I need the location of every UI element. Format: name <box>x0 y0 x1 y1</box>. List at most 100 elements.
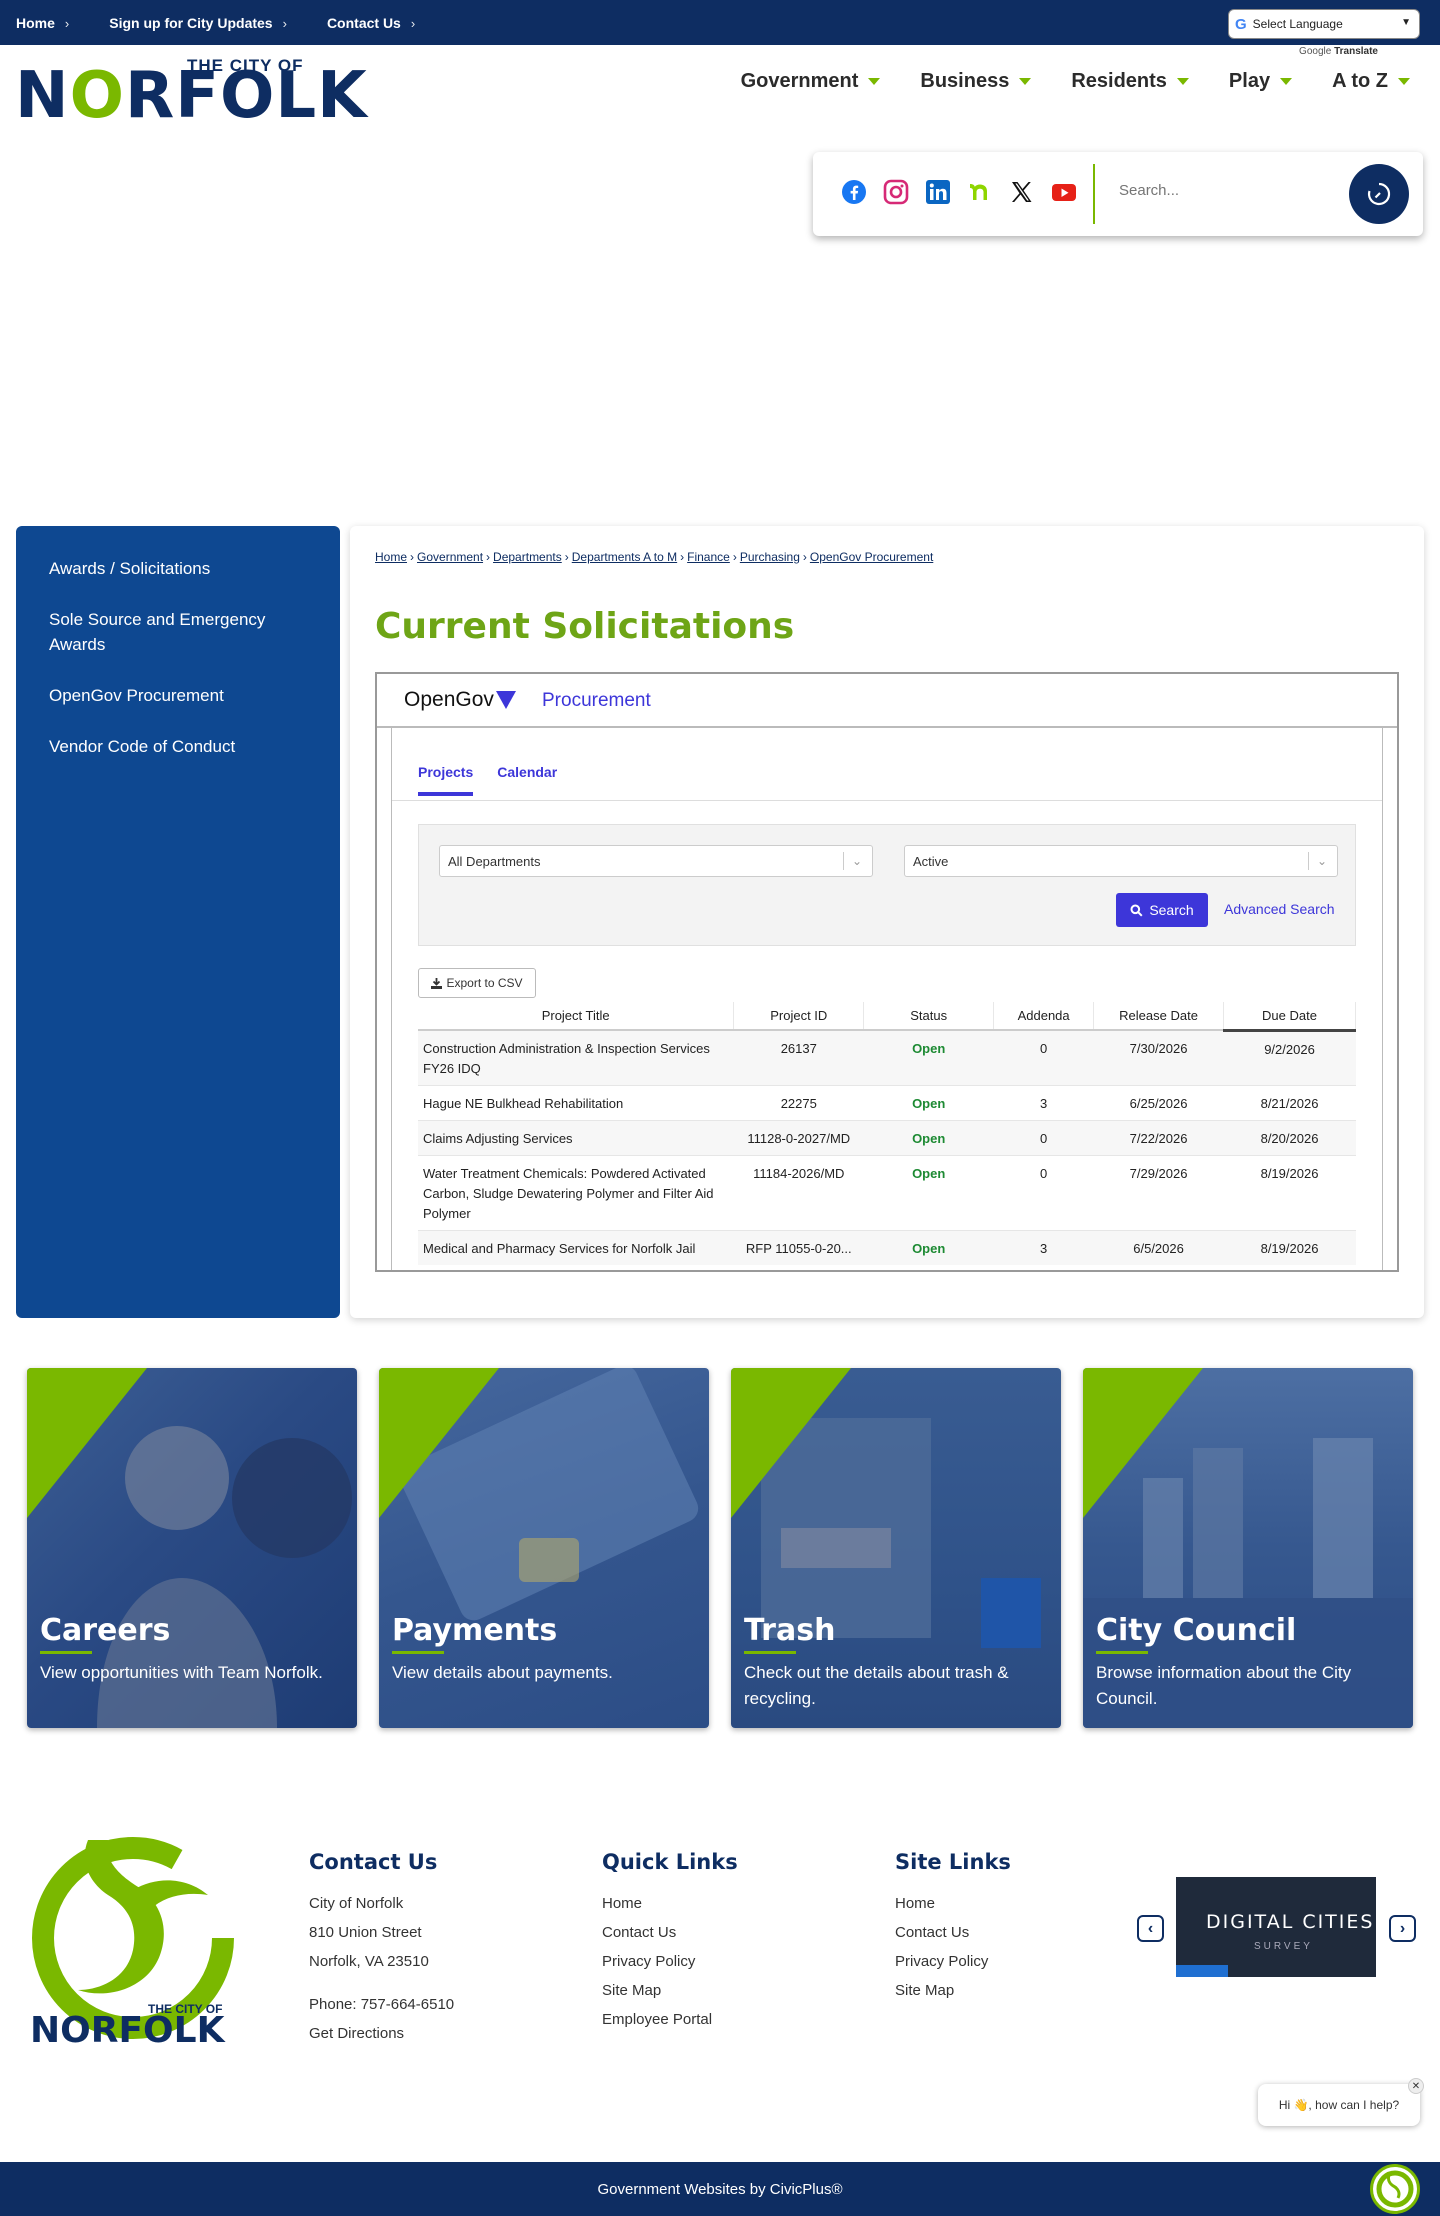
breadcrumb-government[interactable]: Government <box>417 550 483 564</box>
utility-link-contact[interactable]: Contact Us › <box>327 15 415 31</box>
select-divider <box>1308 852 1309 870</box>
footer-contact-line: City of Norfolk <box>309 1895 404 1912</box>
advanced-search-link[interactable]: Advanced Search <box>1224 901 1335 917</box>
search-button[interactable] <box>1349 164 1409 224</box>
chevron-right-icon: › <box>64 15 70 31</box>
footer-site-link[interactable]: Site Map <box>895 1981 1011 2000</box>
status-select[interactable]: Active ⌄ <box>904 845 1338 877</box>
card-careers-title: Careers <box>40 1613 171 1648</box>
card-trash[interactable]: Trash Check out the details about trash … <box>731 1368 1061 1728</box>
footer-quick-link[interactable]: Privacy Policy <box>602 1952 738 1971</box>
breadcrumb-home[interactable]: Home <box>375 550 407 564</box>
cell-id: 26137 <box>733 1029 864 1086</box>
breadcrumb-finance[interactable]: Finance <box>687 550 730 564</box>
nav-a-to-z[interactable]: A to Z <box>1332 70 1410 93</box>
instagram-icon[interactable] <box>883 179 909 205</box>
footer-phone[interactable]: Phone: 757-664-6510 <box>309 1995 454 2014</box>
filter-search-button[interactable]: Search <box>1116 893 1208 927</box>
footer-directions-link[interactable]: Get Directions <box>309 2024 454 2043</box>
chat-greeting-bubble[interactable]: Hi 👋, how can I help? ✕ <box>1258 2078 1424 2126</box>
youtube-icon[interactable] <box>1051 179 1077 205</box>
translate-label: Translate <box>1334 46 1378 57</box>
nextdoor-icon[interactable] <box>967 179 993 205</box>
cell-title: Water Treatment Chemicals: Powdered Acti… <box>418 1155 734 1231</box>
footer-quick-link[interactable]: Home <box>602 1894 738 1913</box>
carousel-prev-button[interactable]: ‹ <box>1137 1915 1164 1942</box>
footer-logo[interactable]: THE CITY OF NORFOLK <box>28 1830 243 2051</box>
col-addenda[interactable]: Addenda <box>993 1002 1095 1031</box>
logo-letters-rest: RFOLK <box>124 59 368 133</box>
footer-quick-link[interactable]: Employee Portal <box>602 2010 738 2029</box>
opengov-tabs: Projects Calendar <box>418 764 557 796</box>
social-divider <box>1093 164 1095 224</box>
export-csv-button[interactable]: Export to CSV <box>418 968 536 998</box>
sidebar-item-sole-source[interactable]: Sole Source and Emergency Awards <box>49 607 309 657</box>
close-icon[interactable]: ✕ <box>1408 2078 1424 2094</box>
linkedin-icon[interactable] <box>925 179 951 205</box>
filter-search-label: Search <box>1149 902 1194 918</box>
nav-play[interactable]: Play <box>1229 70 1293 93</box>
opengov-brand-text: OpenGov <box>404 688 494 711</box>
table-row[interactable]: Medical and Pharmacy Services for Norfol… <box>418 1230 1356 1265</box>
city-logo[interactable]: THE CITY OF NORFOLK <box>15 56 367 128</box>
card-careers[interactable]: Careers View opportunities with Team Nor… <box>27 1368 357 1728</box>
department-select[interactable]: All Departments ⌄ <box>439 845 873 877</box>
cell-title: Hague NE Bulkhead Rehabilitation <box>418 1085 734 1121</box>
x-twitter-icon[interactable] <box>1009 179 1035 205</box>
footer-contact: Contact Us City of Norfolk 810 Union Str… <box>309 1850 454 2053</box>
sidebar-item-opengov[interactable]: OpenGov Procurement <box>49 683 309 708</box>
chevron-down-icon: ⌄ <box>851 854 862 868</box>
table-row[interactable]: Water Treatment Chemicals: Powdered Acti… <box>418 1155 1356 1231</box>
chatbot-launcher[interactable] <box>1370 2164 1420 2214</box>
chevron-right-icon: › <box>1399 1919 1406 1937</box>
col-project-id[interactable]: Project ID <box>733 1002 865 1031</box>
sidebar-item-awards[interactable]: Awards / Solicitations <box>49 556 309 581</box>
site-search-input[interactable] <box>1119 182 1349 199</box>
nav-business[interactable]: Business <box>920 70 1032 93</box>
footer-site-link[interactable]: Privacy Policy <box>895 1952 1011 1971</box>
utility-link-updates[interactable]: Sign up for City Updates › <box>109 15 287 31</box>
table-header-row: Project Title Project ID Status Addenda … <box>418 1002 1356 1032</box>
table-row[interactable]: Claims Adjusting Services 11128-0-2027/M… <box>418 1120 1356 1156</box>
table-row[interactable]: Hague NE Bulkhead Rehabilitation 22275 O… <box>418 1085 1356 1121</box>
facebook-icon[interactable] <box>841 179 867 205</box>
breadcrumb-departments[interactable]: Departments <box>493 550 562 564</box>
magnifier-icon <box>1130 904 1143 917</box>
carousel-next-button[interactable]: › <box>1389 1915 1416 1942</box>
civicplus-credit[interactable]: Government Websites by CivicPlus® <box>597 2181 842 2198</box>
cell-id: 11128-0-2027/MD <box>733 1120 864 1156</box>
caret-down-icon <box>868 78 881 85</box>
sidebar-item-vendor-code[interactable]: Vendor Code of Conduct <box>49 734 309 759</box>
card-trash-desc: Check out the details about trash & recy… <box>744 1663 1009 1708</box>
footer-contact-line: Norfolk, VA 23510 <box>309 1953 429 1970</box>
breadcrumb-separator: › <box>680 550 685 564</box>
nav-government[interactable]: Government <box>741 70 881 93</box>
opengov-embed: OpenGov Procurement Projects Calendar Al… <box>375 672 1399 1272</box>
col-release-date[interactable]: Release Date <box>1093 1002 1225 1031</box>
card-city-council[interactable]: City Council Browse information about th… <box>1083 1368 1413 1728</box>
footer-quick-links: Quick Links Home Contact Us Privacy Poli… <box>602 1850 738 2039</box>
nav-residents[interactable]: Residents <box>1071 70 1189 93</box>
table-row[interactable]: Construction Administration & Inspection… <box>418 1029 1356 1086</box>
nav-residents-label: Residents <box>1071 70 1167 92</box>
col-due-date[interactable]: Due Date <box>1223 1002 1356 1032</box>
footer-quick-link[interactable]: Contact Us <box>602 1923 738 1942</box>
footer-site-link[interactable]: Home <box>895 1894 1011 1913</box>
tab-projects[interactable]: Projects <box>418 764 474 796</box>
footer-site-link[interactable]: Contact Us <box>895 1923 1011 1942</box>
breadcrumb-opengov[interactable]: OpenGov Procurement <box>810 550 933 564</box>
tab-calendar[interactable]: Calendar <box>497 764 557 796</box>
card-payments[interactable]: Payments View details about payments. <box>379 1368 709 1728</box>
col-status[interactable]: Status <box>863 1002 995 1031</box>
col-project-title[interactable]: Project Title <box>418 1002 735 1031</box>
utility-link-home[interactable]: Home › <box>16 15 69 31</box>
chevron-right-icon: › <box>282 15 287 31</box>
breadcrumb-departments-a-m[interactable]: Departments A to M <box>572 550 677 564</box>
main-nav: Government Business Residents Play A to … <box>741 70 1410 93</box>
footer-quick-link[interactable]: Site Map <box>602 1981 738 2000</box>
card-careers-desc: View opportunities with Team Norfolk. <box>40 1663 323 1682</box>
breadcrumb-purchasing[interactable]: Purchasing <box>740 550 800 564</box>
cell-release: 7/30/2026 <box>1093 1029 1224 1086</box>
page-title: Current Solicitations <box>375 606 795 647</box>
language-select[interactable]: G Select Language ▼ <box>1228 9 1420 39</box>
